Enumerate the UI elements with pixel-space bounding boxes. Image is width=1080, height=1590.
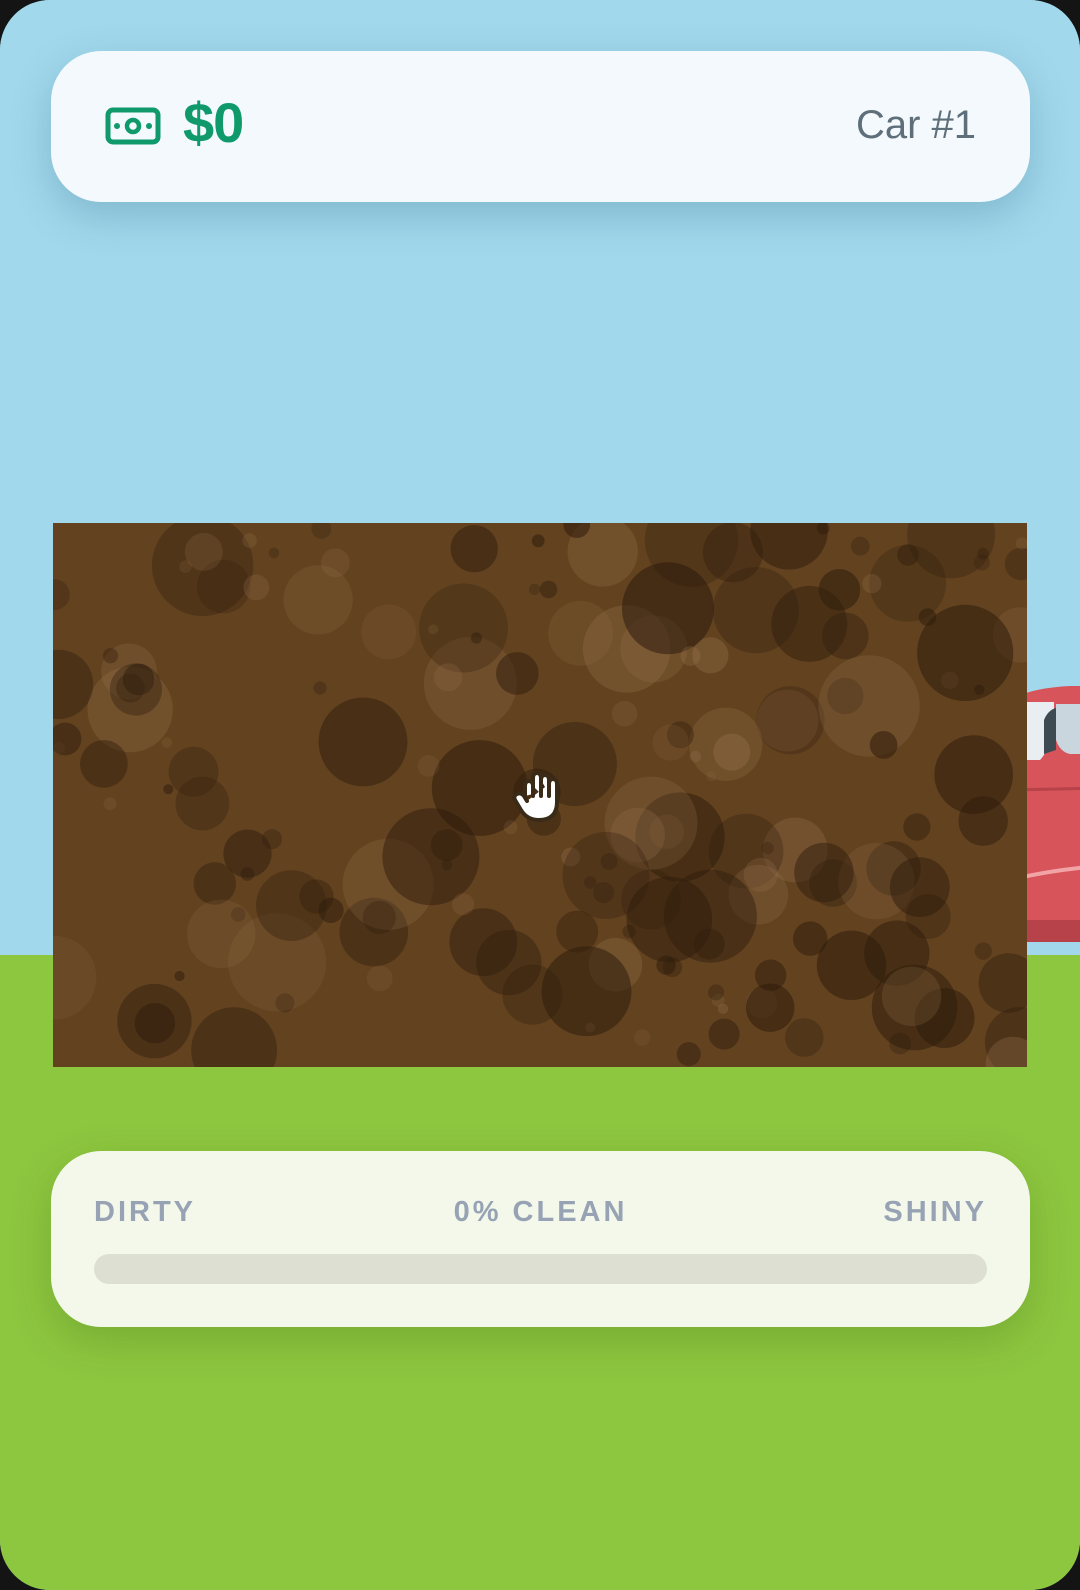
money-bill-icon [105, 107, 161, 145]
shiny-label: SHINY [883, 1196, 987, 1228]
dirt-scrub-area[interactable] [53, 523, 1027, 1067]
clean-progress-panel: DIRTY 0% CLEAN SHINY [51, 1151, 1030, 1327]
clean-progress-bar [94, 1254, 987, 1284]
stats-bar: $0 Car #1 [51, 51, 1030, 202]
grab-hand-icon [512, 771, 559, 822]
game-screen: $0 Car #1 DIRTY 0% CLEAN SHINY [0, 0, 1080, 1590]
money-amount: $0 [183, 91, 244, 154]
car-number-label: Car #1 [855, 103, 976, 147]
